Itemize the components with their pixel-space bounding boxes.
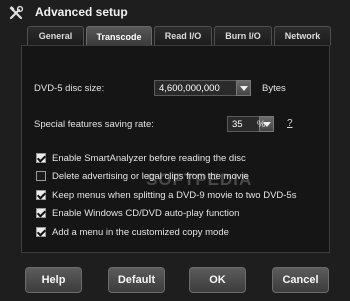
tab-network[interactable]: Network <box>274 26 331 45</box>
disc-size-select[interactable]: 4,600,000,000 <box>154 80 251 96</box>
saving-rate-unit: % <box>257 119 266 130</box>
option-label: Keep menus when splitting a DVD-9 movie … <box>52 189 297 201</box>
checkbox[interactable] <box>36 153 46 163</box>
transcode-panel <box>21 45 330 253</box>
chevron-down-icon[interactable] <box>236 80 251 96</box>
tab-bar: General Transcode Read I/O Burn I/O Netw… <box>27 26 333 46</box>
checkbox[interactable] <box>36 190 46 200</box>
checkbox[interactable] <box>36 171 46 181</box>
ok-button[interactable]: OK <box>189 267 246 293</box>
window-title: Advanced setup <box>35 5 128 19</box>
option-smartanalyzer[interactable]: Enable SmartAnalyzer before reading the … <box>36 151 246 165</box>
option-keep-menus[interactable]: Keep menus when splitting a DVD-9 movie … <box>36 188 296 202</box>
option-label: Add a menu in the customized copy mode <box>52 226 229 238</box>
disc-size-label: DVD-5 disc size: <box>34 83 105 94</box>
tab-general[interactable]: General <box>27 26 84 45</box>
tab-transcode[interactable]: Transcode <box>86 26 152 46</box>
option-autoplay[interactable]: Enable Windows CD/DVD auto-play function <box>36 206 239 220</box>
help-link[interactable]: ? <box>287 118 293 129</box>
tab-burn-io[interactable]: Burn I/O <box>214 26 272 45</box>
cancel-button[interactable]: Cancel <box>272 267 329 293</box>
help-button[interactable]: Help <box>25 267 82 293</box>
disc-size-unit: Bytes <box>262 83 286 94</box>
option-add-menu[interactable]: Add a menu in the customized copy mode <box>36 225 229 239</box>
option-label: Enable SmartAnalyzer before reading the … <box>52 152 246 164</box>
checkbox[interactable] <box>36 208 46 218</box>
title-bar: Advanced setup <box>0 0 350 26</box>
tab-read-io[interactable]: Read I/O <box>154 26 212 45</box>
saving-rate-value: 35 <box>232 119 243 130</box>
default-button[interactable]: Default <box>108 267 165 293</box>
saving-rate-select[interactable]: 35 <box>227 116 274 132</box>
saving-rate-label: Special features saving rate: <box>34 119 154 130</box>
watermark: SOFTPEDIA <box>146 170 253 189</box>
option-label: Enable Windows CD/DVD auto-play function <box>52 207 240 219</box>
checkbox[interactable] <box>36 227 46 237</box>
disc-size-value: 4,600,000,000 <box>159 83 220 94</box>
tools-icon <box>9 5 24 20</box>
